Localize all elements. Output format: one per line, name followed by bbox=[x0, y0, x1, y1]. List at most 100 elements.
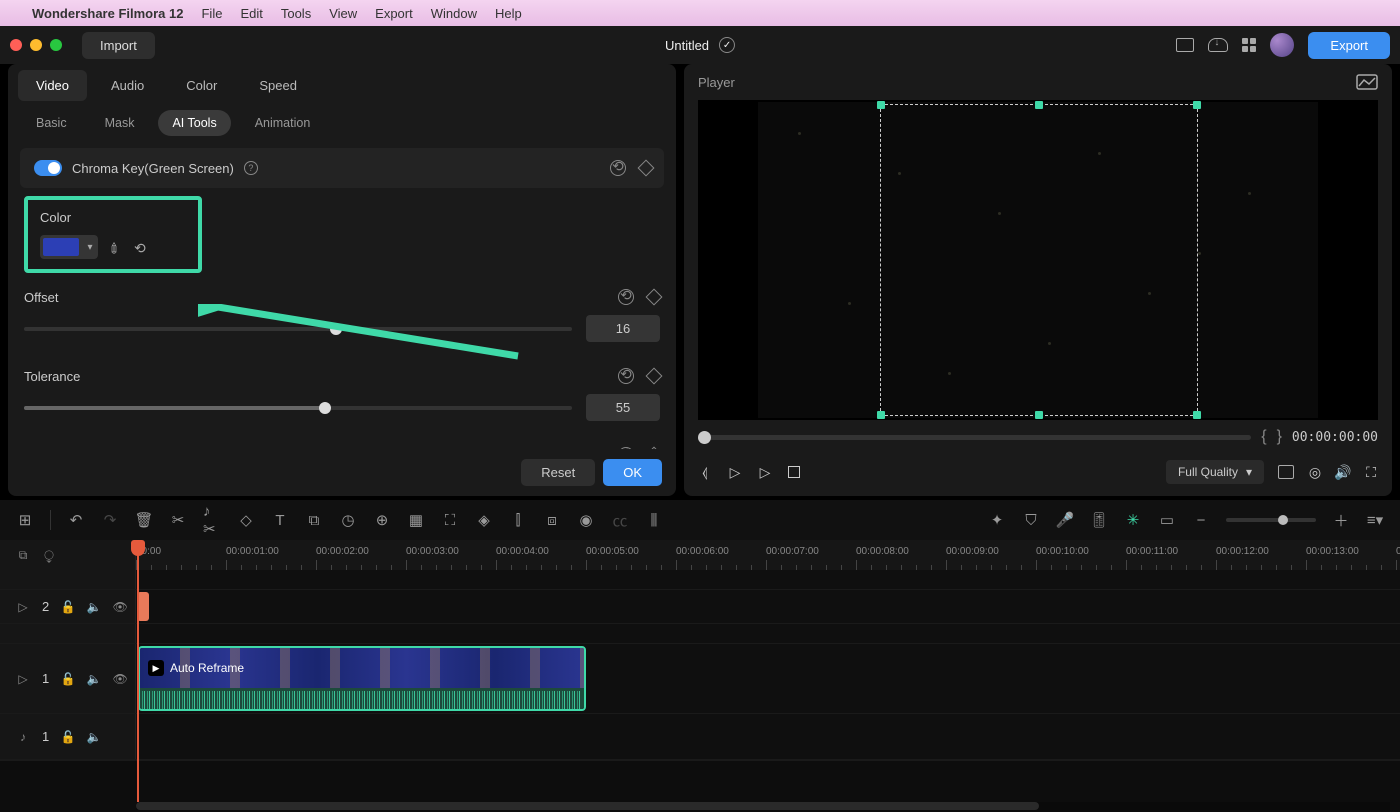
next-frame-icon[interactable]: ▷ bbox=[758, 465, 772, 479]
quality-selector[interactable]: Full Quality ▾ bbox=[1166, 460, 1264, 484]
tag-icon[interactable]: ◇ bbox=[237, 511, 255, 529]
shield-icon[interactable]: ⛉ bbox=[1022, 511, 1040, 529]
magnet-icon[interactable]: ⧉ bbox=[16, 548, 30, 562]
lock-icon[interactable]: 🔓 bbox=[61, 672, 75, 686]
subtab-ai-tools[interactable]: AI Tools bbox=[158, 110, 230, 136]
crop-handle-br[interactable] bbox=[1193, 411, 1201, 419]
export-button[interactable]: Export bbox=[1308, 32, 1390, 59]
subtab-animation[interactable]: Animation bbox=[241, 110, 325, 136]
crop-handle-bm[interactable] bbox=[1035, 411, 1043, 419]
play-icon[interactable]: ▷ bbox=[728, 465, 742, 479]
delete-icon[interactable]: 🗑 bbox=[135, 511, 153, 529]
timeline-scrollbar[interactable] bbox=[136, 802, 1390, 810]
zoom-out-icon[interactable]: − bbox=[1192, 511, 1210, 529]
group-icon[interactable]: ⧈ bbox=[543, 511, 561, 529]
chroma-reset-icon[interactable] bbox=[610, 160, 626, 176]
timeline-ruler[interactable]: ⧉ ⧬ 00:0000:00:01:0000:00:02:0000:00:03:… bbox=[0, 540, 1400, 570]
playhead[interactable] bbox=[137, 540, 139, 802]
crop-handle-tm[interactable] bbox=[1035, 101, 1043, 109]
undo-icon[interactable]: ↶ bbox=[67, 511, 85, 529]
adjust-icon[interactable]: ⫿ bbox=[509, 511, 527, 529]
mic-icon[interactable]: 🎤 bbox=[1056, 511, 1074, 529]
display-dual-icon[interactable] bbox=[1278, 465, 1294, 479]
app-name[interactable]: Wondershare Filmora 12 bbox=[32, 6, 183, 21]
info-icon[interactable]: ? bbox=[244, 161, 258, 175]
tab-speed[interactable]: Speed bbox=[241, 70, 315, 101]
mute-icon[interactable]: 🔈 bbox=[87, 600, 101, 614]
offset-slider[interactable] bbox=[24, 327, 572, 331]
keyframe-tool-icon[interactable]: ◈ bbox=[475, 511, 493, 529]
crop-selection[interactable] bbox=[880, 104, 1198, 416]
device-icon[interactable] bbox=[1176, 38, 1194, 52]
offset-keyframe-icon[interactable] bbox=[646, 289, 663, 306]
crop-icon[interactable]: ⧉ bbox=[305, 511, 323, 529]
link-icon[interactable]: ⊕ bbox=[373, 511, 391, 529]
caption-icon[interactable]: ㏄ bbox=[611, 511, 629, 529]
tolerance-keyframe-icon[interactable] bbox=[646, 368, 663, 385]
snapshot-icon[interactable]: ◎ bbox=[1308, 465, 1322, 479]
link-clips-icon[interactable]: ⧬ bbox=[42, 548, 56, 562]
audio-tool-icon[interactable]: ⫼ bbox=[645, 511, 663, 529]
tab-color[interactable]: Color bbox=[168, 70, 235, 101]
color-reset-icon[interactable]: ⟲ bbox=[134, 240, 148, 254]
ok-button[interactable]: OK bbox=[603, 459, 662, 486]
mixer-icon[interactable]: 🎚 bbox=[1090, 511, 1108, 529]
offset-reset-icon[interactable] bbox=[618, 289, 634, 305]
menu-edit[interactable]: Edit bbox=[240, 6, 262, 21]
player-canvas[interactable] bbox=[758, 102, 1318, 418]
prev-frame-icon[interactable]: ⦉ bbox=[698, 465, 712, 479]
mask-tool-icon[interactable]: ◉ bbox=[577, 511, 595, 529]
mute-icon[interactable]: 🔈 bbox=[87, 672, 101, 686]
menu-file[interactable]: File bbox=[201, 6, 222, 21]
menu-tools[interactable]: Tools bbox=[281, 6, 311, 21]
project-status-icon[interactable]: ✓ bbox=[719, 37, 735, 53]
fullscreen-window-icon[interactable] bbox=[50, 39, 62, 51]
minimize-window-icon[interactable] bbox=[30, 39, 42, 51]
scrubber-thumb[interactable] bbox=[698, 431, 711, 444]
chroma-keyframe-icon[interactable] bbox=[638, 160, 655, 177]
menu-help[interactable]: Help bbox=[495, 6, 522, 21]
crop-handle-bl[interactable] bbox=[877, 411, 885, 419]
text-icon[interactable]: T bbox=[271, 511, 289, 529]
import-button[interactable]: Import bbox=[82, 32, 155, 59]
reset-button[interactable]: Reset bbox=[521, 459, 595, 486]
crop-handle-tl[interactable] bbox=[877, 101, 885, 109]
tolerance-reset-icon[interactable] bbox=[618, 368, 634, 384]
zoom-in-icon[interactable]: ＋ bbox=[1332, 511, 1350, 529]
chroma-key-toggle[interactable] bbox=[34, 160, 62, 176]
expand-icon[interactable]: ⛶ bbox=[441, 511, 459, 529]
eyedropper-icon[interactable]: ✐ bbox=[105, 236, 128, 259]
speed-icon[interactable]: ◷ bbox=[339, 511, 357, 529]
ai-tool-icon[interactable]: ✳ bbox=[1124, 511, 1142, 529]
tolerance-slider[interactable] bbox=[24, 406, 572, 410]
stop-icon[interactable] bbox=[788, 466, 800, 478]
project-title[interactable]: Untitled bbox=[665, 38, 709, 53]
menu-export[interactable]: Export bbox=[375, 6, 413, 21]
offset-value[interactable]: 16 bbox=[586, 315, 660, 342]
user-avatar[interactable] bbox=[1270, 33, 1294, 57]
tolerance-value[interactable]: 55 bbox=[586, 394, 660, 421]
player-scrubber[interactable] bbox=[698, 435, 1251, 440]
volume-icon[interactable]: 🔊 bbox=[1336, 465, 1350, 479]
layout-icon[interactable]: ⊞ bbox=[16, 511, 34, 529]
lock-icon[interactable]: 🔓 bbox=[61, 730, 75, 744]
menu-view[interactable]: View bbox=[329, 6, 357, 21]
edge-reset-icon[interactable] bbox=[618, 447, 634, 449]
close-window-icon[interactable] bbox=[10, 39, 22, 51]
crop-handle-tr[interactable] bbox=[1193, 101, 1201, 109]
scope-icon[interactable] bbox=[1356, 74, 1378, 90]
tab-audio[interactable]: Audio bbox=[93, 70, 162, 101]
video-clip[interactable]: ▶ Auto Reframe bbox=[138, 646, 586, 711]
zoom-slider[interactable] bbox=[1226, 518, 1316, 522]
music-split-icon[interactable]: ♪✂ bbox=[203, 511, 221, 529]
track-height-icon[interactable]: ≡▾ bbox=[1366, 511, 1384, 529]
mark-in-icon[interactable]: { bbox=[1261, 428, 1266, 446]
visibility-icon[interactable]: 👁 bbox=[113, 600, 127, 614]
cut-icon[interactable]: ✂ bbox=[169, 511, 187, 529]
marker-list-icon[interactable]: ▭ bbox=[1158, 511, 1176, 529]
visibility-icon[interactable]: 👁 bbox=[113, 672, 127, 686]
fullscreen-icon[interactable]: ⛶ bbox=[1364, 465, 1378, 479]
menu-window[interactable]: Window bbox=[431, 6, 477, 21]
lock-icon[interactable]: 🔓 bbox=[61, 600, 75, 614]
color-tool-icon[interactable]: ▦ bbox=[407, 511, 425, 529]
